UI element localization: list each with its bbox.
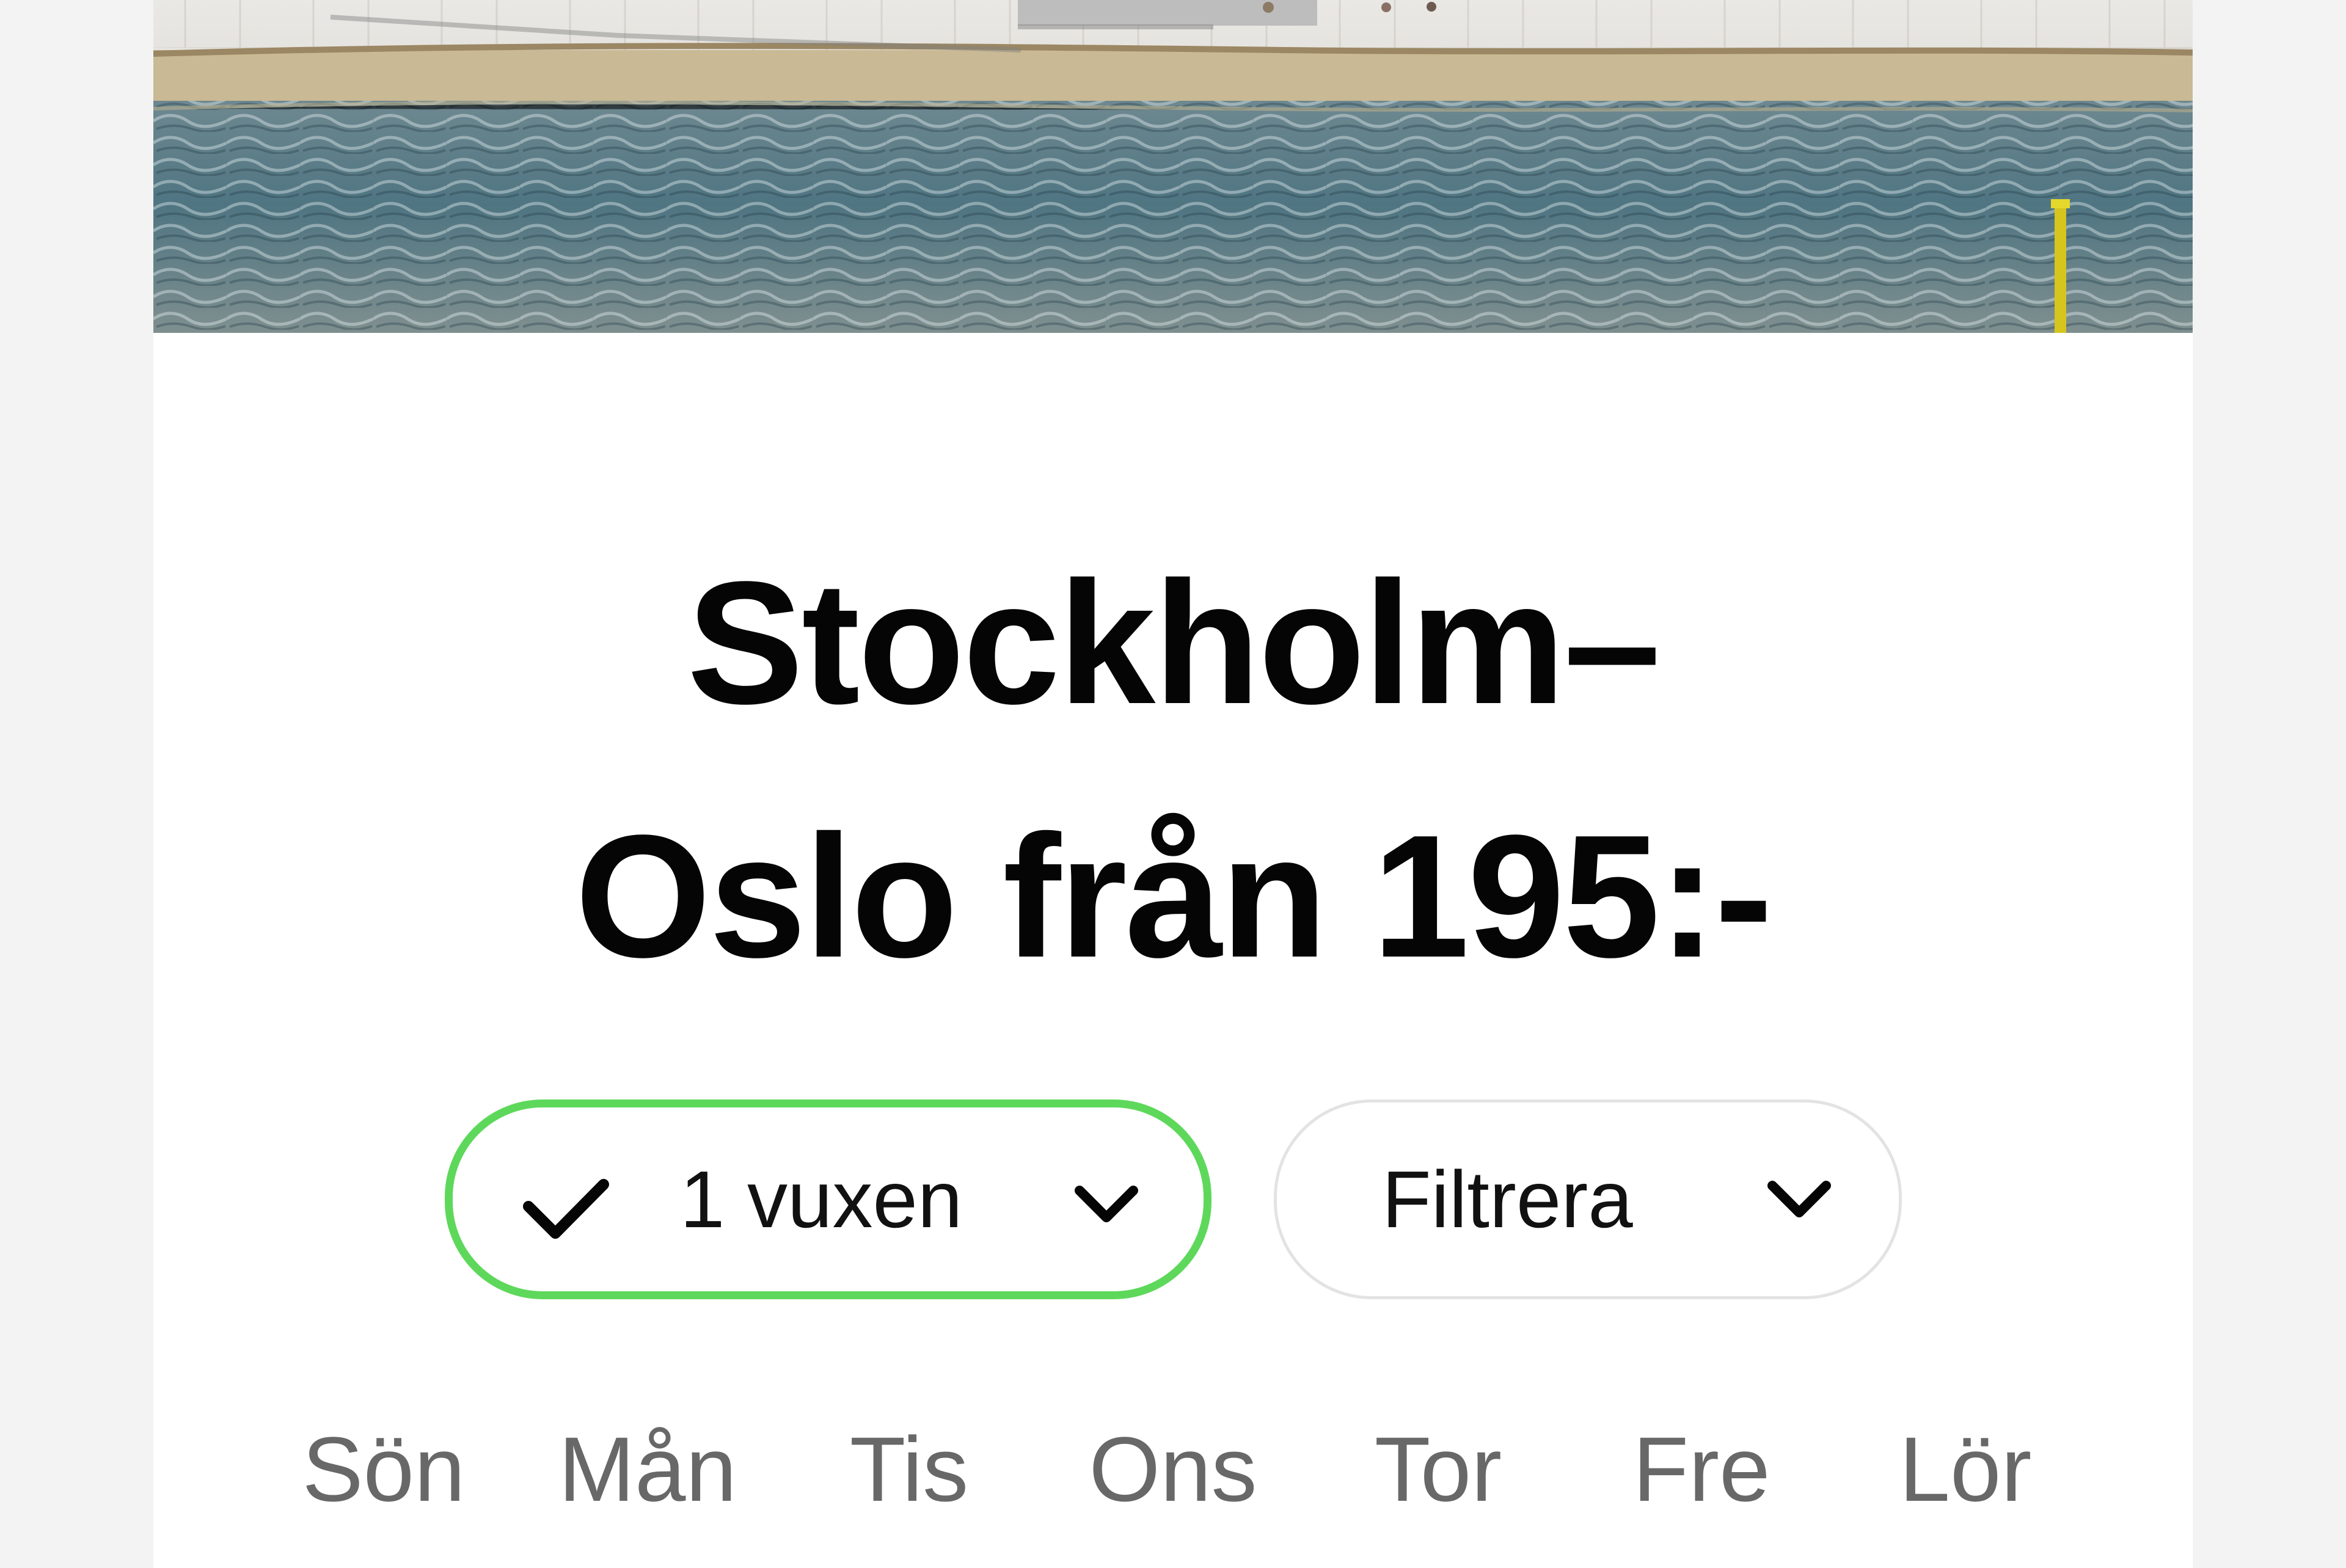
filter-label: Filtrera — [1382, 1154, 1633, 1244]
weekday-label: Ons — [1089, 1418, 1257, 1520]
chevron-down-icon — [1767, 1181, 1831, 1217]
weekday-label: Tis — [849, 1418, 969, 1520]
route-card: Stockholm– Oslo från 195:- 1 vuxen Filtr… — [153, 0, 2193, 1568]
route-price-title: Stockholm– Oslo från 195:- — [575, 545, 1773, 994]
hero-photo — [153, 0, 2193, 333]
weekday-label: Lör — [1899, 1418, 2032, 1520]
filter-dropdown-button[interactable]: Filtrera — [1274, 1099, 1902, 1299]
weekday-label: Tor — [1374, 1418, 1502, 1520]
passenger-count-selector[interactable]: 1 vuxen — [445, 1099, 1211, 1299]
weekday-label: Fre — [1632, 1418, 1770, 1520]
oslo-opera-waterfront-image — [153, 0, 2193, 333]
page-background: Stockholm– Oslo från 195:- 1 vuxen Filtr… — [0, 0, 2346, 1568]
passenger-count-label: 1 vuxen — [680, 1154, 963, 1244]
chevron-down-icon — [1075, 1186, 1138, 1222]
weekday-label: Sön — [302, 1418, 466, 1520]
weekday-header: Sön Mån Tis Ons Tor Fre Lör — [153, 1414, 2193, 1524]
weekday-label: Mån — [558, 1418, 737, 1520]
check-icon — [523, 1179, 609, 1239]
